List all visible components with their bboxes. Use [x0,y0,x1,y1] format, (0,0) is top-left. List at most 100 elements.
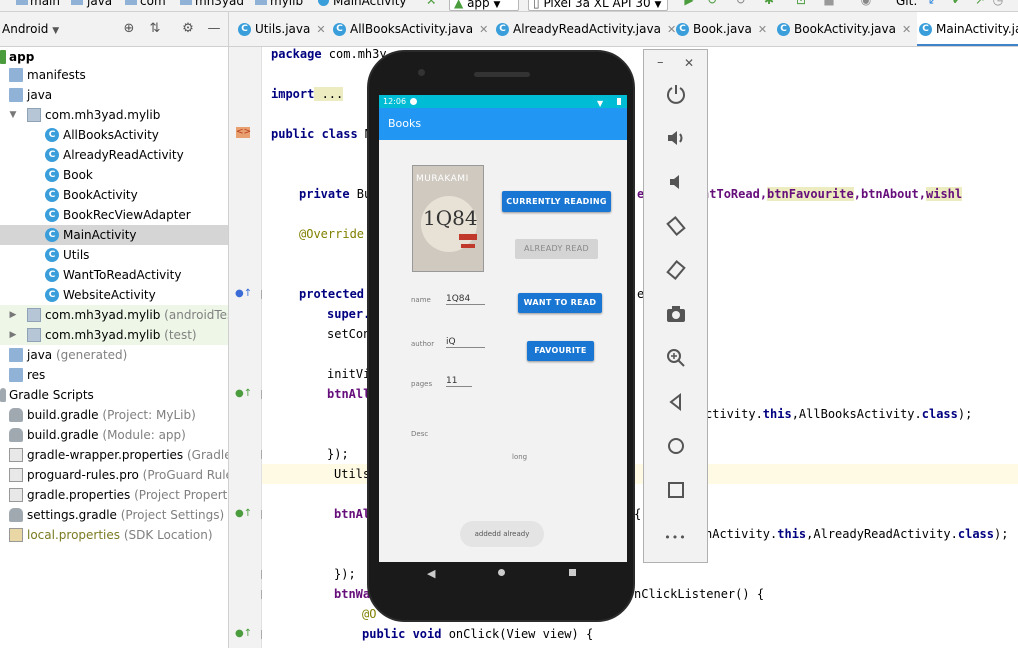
apply-changes-icon[interactable]: ↻ [706,0,718,6]
apply-code-changes-icon[interactable]: ↺ [735,0,747,6]
tab-mainactivity[interactable]: CMainActivity.java [917,12,1018,46]
favourite-button[interactable]: FAVOURITE [527,341,594,361]
project-panel-header: Android ▼ ⊕ ⇅ ⚙ — [0,12,229,47]
volume-down-button[interactable] [644,171,707,201]
tree-item-alreadyreadactivity[interactable]: C AlreadyReadActivity [0,145,228,165]
git-push-icon[interactable]: ↗ [974,0,986,6]
home-button[interactable] [644,435,707,465]
rotate-left-button[interactable] [644,215,707,245]
want-to-read-button[interactable]: WANT TO READ [518,293,602,313]
back-button[interactable] [644,391,707,421]
minimize-button[interactable]: – [657,55,664,70]
tab-alreadyreadactivity[interactable]: C AlreadyReadActivity.java ✕ [496,12,676,46]
breadcrumb-main[interactable]: main [30,0,60,8]
code-line: @O [362,607,377,621]
tab-bookactivity[interactable]: C BookActivity.java ✕ [777,12,911,46]
zoom-button[interactable] [644,347,707,377]
app-bar: Books [379,108,627,140]
breadcrumb-mylib[interactable]: mylib [270,0,303,8]
debug-icon[interactable]: ✱ [763,0,775,6]
tree-item-bookactivity[interactable]: C BookActivity [0,185,228,205]
override-marker-icon[interactable]: ●↑ [235,388,252,399]
nav-home-icon[interactable] [498,569,505,576]
tree-item-websiteactivity[interactable]: C WebsiteActivity [0,285,228,305]
hide-panel-icon[interactable]: — [206,21,222,37]
already-read-button[interactable]: ALREADY READ [515,239,598,259]
tree-item-bookrecviewadapter[interactable]: C BookRecViewAdapter [0,205,228,225]
sync-icon[interactable]: ◉ [860,0,872,6]
screenshot-button[interactable] [644,303,707,333]
tree-item-build-gradle-project[interactable]: build.gradle (Project: MyLib) [0,405,228,425]
tree-item-res[interactable]: res [0,365,228,385]
close-icon[interactable]: ✕ [316,23,325,36]
breadcrumb-java[interactable]: java [87,0,112,8]
run-icon[interactable]: ▶ [683,0,695,6]
tree-item-build-gradle-module[interactable]: build.gradle (Module: app) [0,425,228,445]
hammer-icon[interactable]: ⚒ [425,0,437,6]
tree-item-package-test[interactable]: ▶ com.mh3yad.mylib (test) [0,325,228,345]
code-line: import ... [271,87,344,101]
tree-item-java-generated[interactable]: java (generated) [0,345,228,365]
stop-icon[interactable]: ■ [823,0,835,6]
tree-item-manifests[interactable]: manifests [0,65,228,85]
device-screen[interactable]: 12:06 ▼ Books MURAKAMI 1Q84 CURRENTLY RE… [379,95,627,562]
nav-back-icon[interactable]: ◀ [427,567,435,580]
breadcrumb-com[interactable]: com [140,0,166,8]
attach-debugger-icon[interactable]: ⊡ [795,0,807,6]
git-commit-icon[interactable]: ✔ [951,0,963,6]
collapse-all-icon[interactable]: ⇅ [147,21,163,37]
close-icon[interactable]: ✕ [902,23,911,36]
status-time: 12:06 [383,97,407,106]
history-icon[interactable]: ◷ [992,0,1004,6]
tree-item-proguard-rules[interactable]: proguard-rules.pro (ProGuard Rules fo [0,465,228,485]
more-button[interactable]: ••• [644,528,707,558]
tab-allbooksactivity[interactable]: C AllBooksActivity.java ✕ [333,12,488,46]
override-marker-icon[interactable]: ●↑ [235,288,252,299]
tree-item-package-androidtest[interactable]: ▶ com.mh3yad.mylib (androidTest) [0,305,228,325]
tree-item-settings-gradle[interactable]: settings.gradle (Project Settings) [0,505,228,525]
tree-item-allbooksactivity[interactable]: C AllBooksActivity [0,125,228,145]
tree-item-gradle-scripts[interactable]: Gradle Scripts [0,385,228,405]
tab-utils[interactable]: C Utils.java ✕ [238,12,326,46]
rotate-right-button[interactable] [644,259,707,289]
tree-item-mainactivity[interactable]: C MainActivity [0,225,228,245]
currently-reading-button[interactable]: CURRENTLY READING [502,191,611,212]
chevron-right-icon[interactable]: ▶ [8,305,18,325]
code-line: nActivity.this,AlreadyReadActivity.class… [705,527,1009,541]
chevron-right-icon[interactable]: ▶ [8,325,18,345]
tree-item-gradle-wrapper[interactable]: gradle-wrapper.properties (Gradle Vers [0,445,228,465]
device-dropdown[interactable]: ▯ Pixel 3a XL API 30 ▼ [528,0,668,11]
nav-recents-icon[interactable] [569,569,576,576]
tree-item-app[interactable]: app [0,47,228,67]
close-button[interactable]: ✕ [684,56,694,70]
editor-gutter: <> ●↑ ●↑ 💡 ●↑ ●↑ [229,47,296,648]
cover-accent [459,234,477,240]
tree-item-package[interactable]: ▼ com.mh3yad.mylib [0,105,228,125]
gear-icon[interactable]: ⚙ [180,21,196,37]
power-button[interactable] [644,83,707,113]
tree-item-wanttoreadactivity[interactable]: C WantToReadActivity [0,265,228,285]
close-icon[interactable]: ✕ [667,23,676,36]
override-marker-icon[interactable]: ●↑ [235,508,252,519]
close-icon[interactable]: ✕ [479,23,488,36]
chevron-down-icon: ▼ [654,0,662,10]
view-mode-dropdown[interactable]: Android ▼ [2,22,59,36]
tree-item-book[interactable]: C Book [0,165,228,185]
crosshair-icon[interactable]: ⊕ [121,21,137,37]
run-marker-icon[interactable]: <> [236,127,251,138]
run-config-dropdown[interactable]: ▲ app ▼ [449,0,519,11]
volume-up-button[interactable] [644,127,707,157]
tree-item-local-properties[interactable]: local.properties (SDK Location) [0,525,228,545]
breadcrumb-mh3yad[interactable]: mh3yad [195,0,244,8]
close-icon[interactable]: ✕ [758,23,767,36]
chevron-down-icon[interactable]: ▼ [8,105,18,125]
tree-item-gradle-properties[interactable]: gradle.properties (Project Properties) [0,485,228,505]
tab-book[interactable]: C Book.java ✕ [676,12,767,46]
overview-button[interactable] [644,479,707,509]
breadcrumb-mainactivity[interactable]: MainActivity [333,0,407,8]
git-update-icon[interactable]: ↙ [927,0,939,6]
tree-item-java[interactable]: java [0,85,228,105]
volume-down-icon [669,175,679,189]
override-marker-icon[interactable]: ●↑ [235,628,252,639]
tree-item-utils[interactable]: C Utils [0,245,228,265]
